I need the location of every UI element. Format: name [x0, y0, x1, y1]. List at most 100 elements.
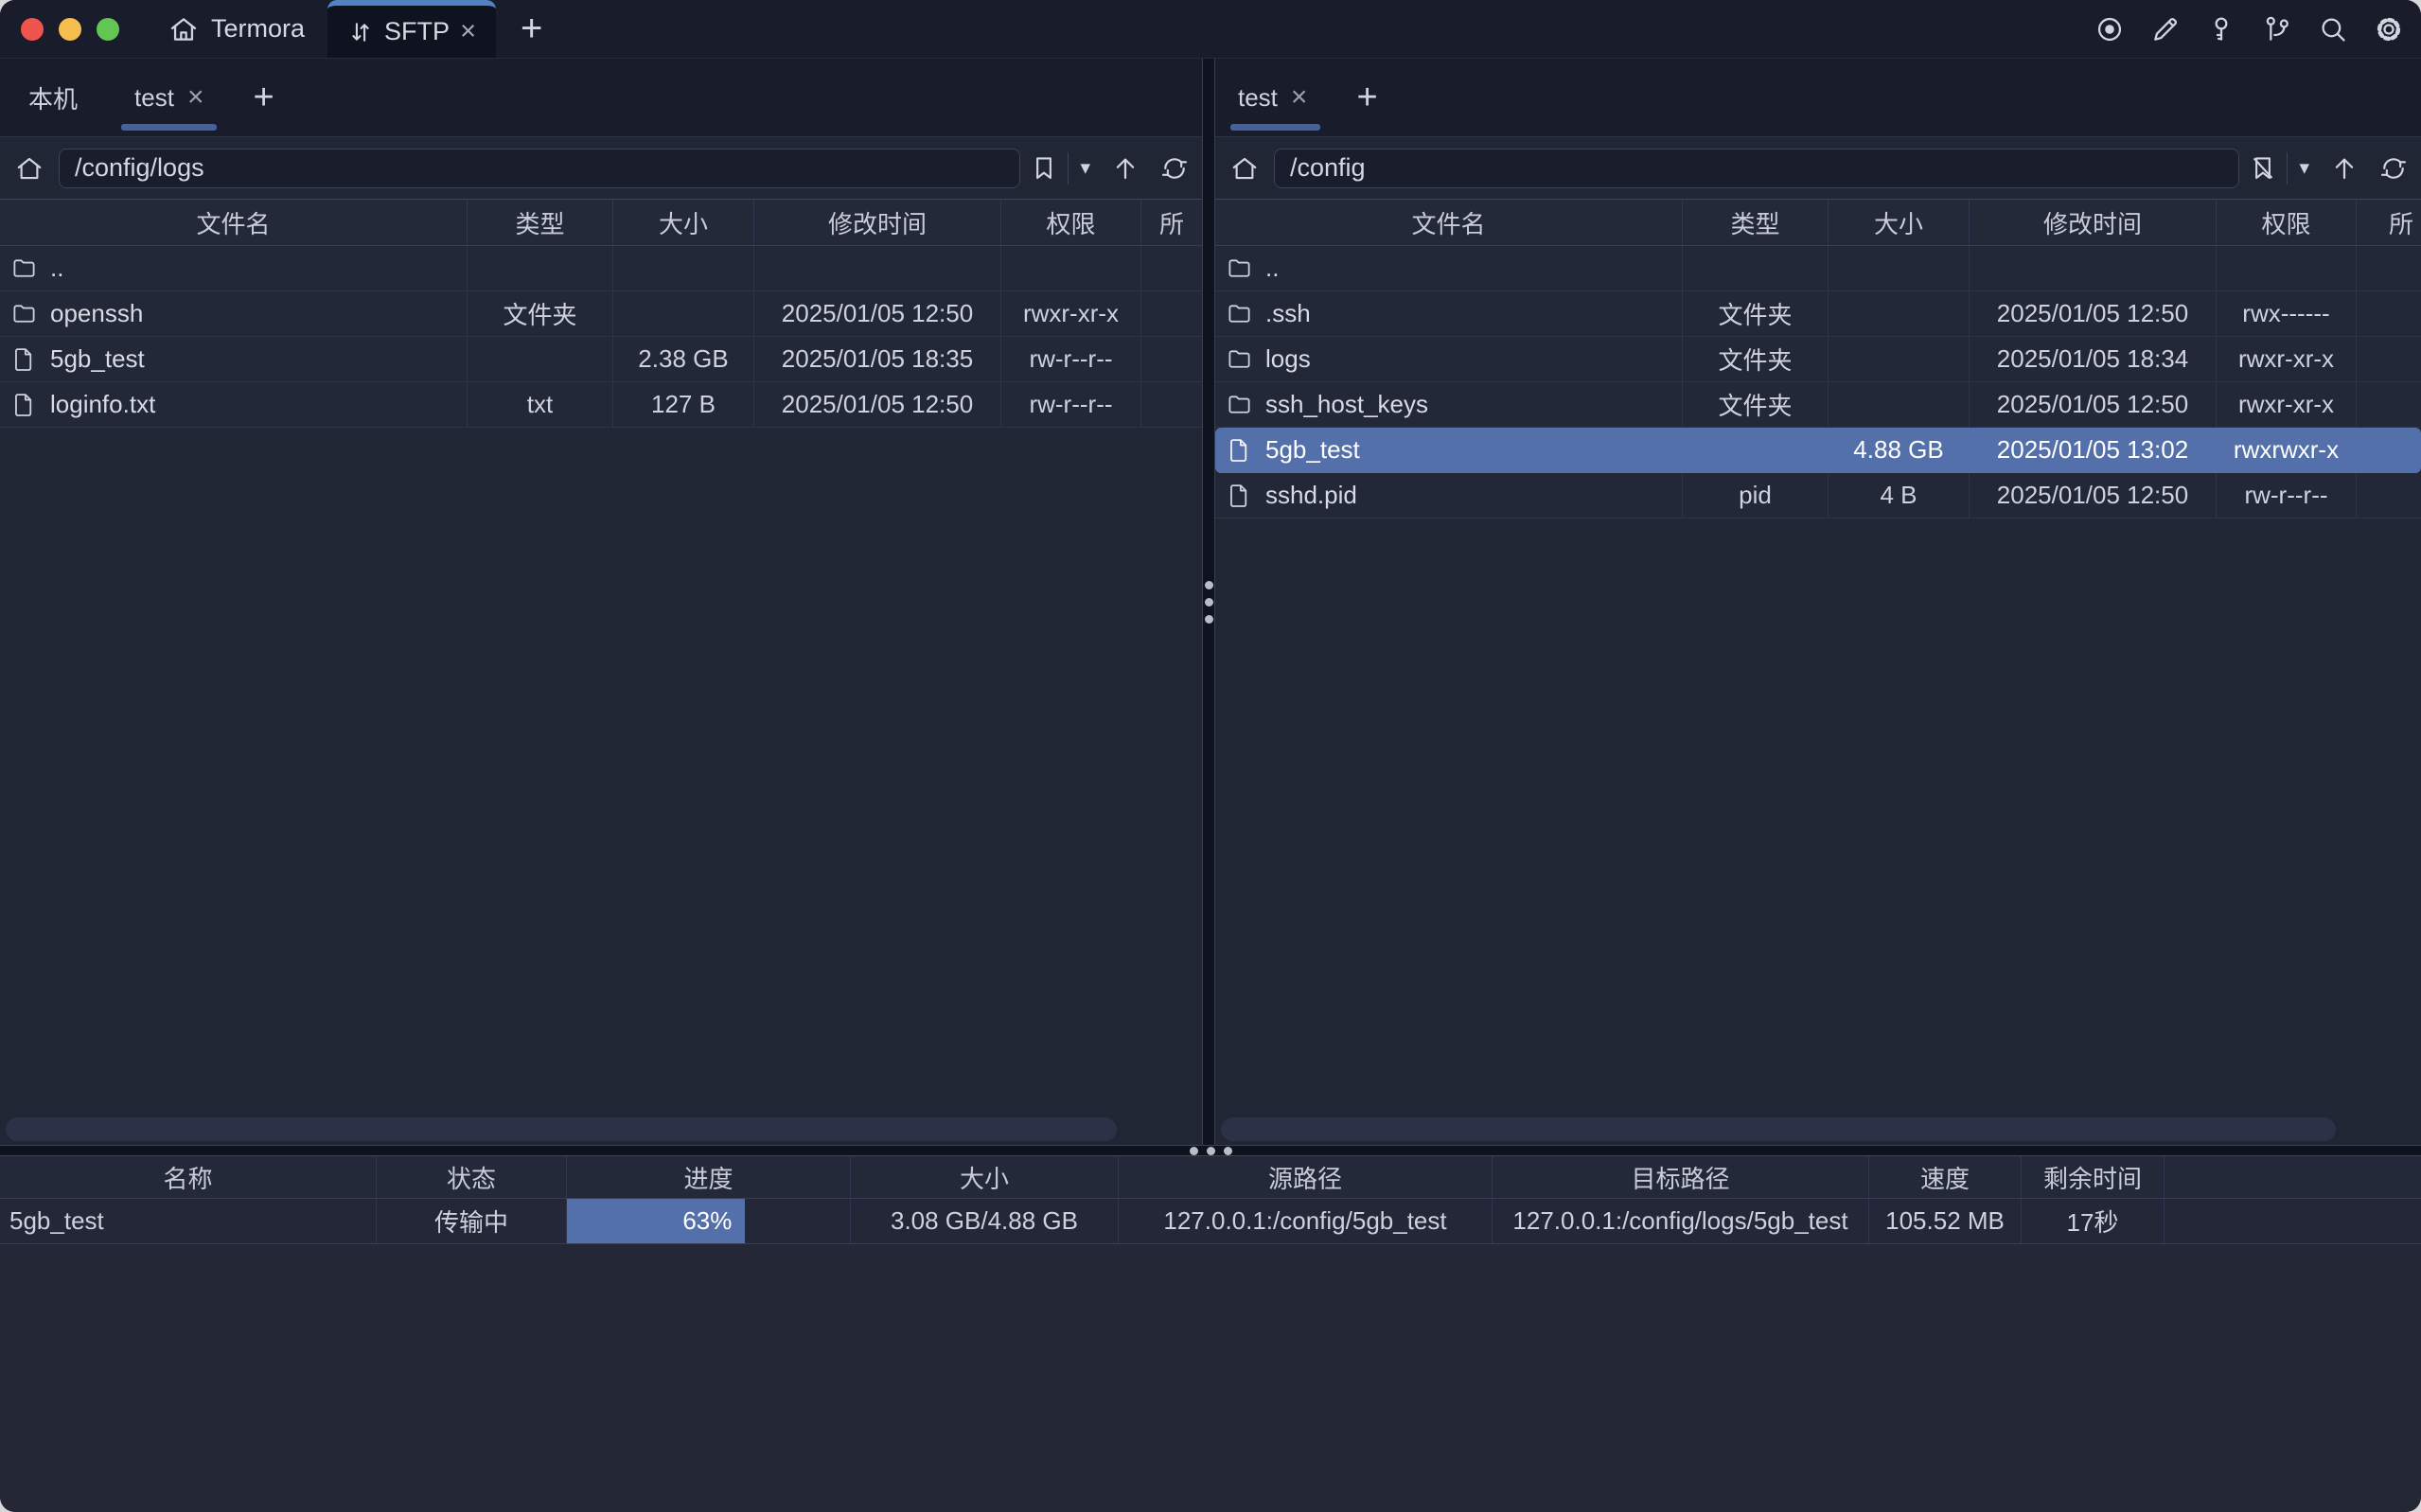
- file-row-loginfo-txt[interactable]: loginfo.txt txt 127 B 2025/01/05 12:50 r…: [0, 382, 1202, 428]
- file-size: 4 B: [1829, 473, 1970, 518]
- new-tab-button[interactable]: +: [496, 0, 542, 58]
- file-owner: [1141, 246, 1202, 290]
- titlebar-spacer: [542, 0, 2094, 58]
- git-branch-icon[interactable]: [2262, 14, 2292, 44]
- column-header-type[interactable]: 类型: [468, 200, 613, 245]
- file-perm: rw-r--r--: [2217, 473, 2357, 518]
- file-owner: [2357, 428, 2421, 472]
- column-header-name[interactable]: 名称: [0, 1156, 377, 1198]
- file-row-sshd-pid[interactable]: sshd.pid pid 4 B 2025/01/05 12:50 rw-r--…: [1215, 473, 2421, 519]
- bookmark-slash-icon[interactable]: [2249, 154, 2277, 183]
- file-name: sshd.pid: [1265, 481, 1357, 510]
- file-row-ssh-dir[interactable]: .ssh 文件夹 2025/01/05 12:50 rwx------: [1215, 291, 2421, 337]
- file-name: logs: [1265, 344, 1311, 374]
- transfer-splitter-horizontal[interactable]: [0, 1146, 2421, 1156]
- pane-splitter-vertical[interactable]: [1202, 59, 1215, 1145]
- tab-sftp[interactable]: SFTP ×: [327, 0, 496, 58]
- new-session-tab-button[interactable]: +: [1335, 59, 1398, 136]
- column-header-name[interactable]: 文件名: [0, 200, 468, 245]
- file-row-5gb-test-selected[interactable]: 5gb_test 4.88 GB 2025/01/05 13:02 rwxrwx…: [1215, 428, 2421, 473]
- splitter-dot: [1190, 1147, 1198, 1155]
- bookmark-icon[interactable]: [1030, 154, 1058, 183]
- refresh-icon[interactable]: [2379, 154, 2408, 183]
- file-row-parent-dir[interactable]: ..: [0, 246, 1202, 291]
- file-mtime: 2025/01/05 18:34: [1970, 337, 2217, 381]
- folder-icon: [1227, 255, 1252, 281]
- transfer-progress-bar: 63%: [567, 1199, 851, 1243]
- file-list-empty-area: [0, 428, 1202, 1145]
- file-row-logs-dir[interactable]: logs 文件夹 2025/01/05 18:34 rwxr-xr-x: [1215, 337, 2421, 382]
- tab-session-test[interactable]: test ×: [1215, 59, 1335, 136]
- column-header-size[interactable]: 大小: [851, 1156, 1119, 1198]
- column-header-status[interactable]: 状态: [377, 1156, 567, 1198]
- record-icon[interactable]: [2094, 14, 2125, 44]
- column-header-size[interactable]: 大小: [613, 200, 754, 245]
- refresh-icon[interactable]: [1160, 154, 1189, 183]
- settings-gear-icon[interactable]: [2374, 14, 2404, 44]
- column-header-perm[interactable]: 权限: [2217, 200, 2357, 245]
- bookmark-dropdown-caret[interactable]: ▾: [1078, 156, 1092, 180]
- column-header-speed[interactable]: 速度: [1869, 1156, 2022, 1198]
- file-mtime: [754, 246, 1001, 290]
- right-pane-tabs: test × +: [1215, 59, 2421, 137]
- up-directory-icon[interactable]: [1111, 154, 1140, 183]
- file-type: 文件夹: [1683, 337, 1829, 381]
- folder-icon: [11, 301, 37, 326]
- transfer-row-5gb-test[interactable]: 5gb_test 传输中 63% 3.08 GB/4.88 GB 127.0.0…: [0, 1199, 2421, 1244]
- column-header-progress[interactable]: 进度: [567, 1156, 851, 1198]
- minimize-window-button[interactable]: [59, 18, 81, 41]
- file-row-ssh-host-keys[interactable]: ssh_host_keys 文件夹 2025/01/05 12:50 rwxr-…: [1215, 382, 2421, 428]
- tab-label: 本机: [28, 80, 78, 115]
- maximize-window-button[interactable]: [97, 18, 119, 41]
- tab-local-machine[interactable]: 本机: [0, 59, 106, 136]
- sftp-tab-label: SFTP: [384, 17, 450, 46]
- home-icon[interactable]: [1230, 154, 1259, 183]
- path-input[interactable]: [59, 149, 1020, 188]
- traffic-lights: [0, 0, 142, 58]
- column-header-mtime[interactable]: 修改时间: [754, 200, 1001, 245]
- file-mtime: 2025/01/05 13:02: [1970, 428, 2217, 472]
- path-input[interactable]: [1274, 149, 2239, 188]
- close-tab-icon[interactable]: ×: [1291, 81, 1308, 114]
- left-table-header: 文件名 类型 大小 修改时间 权限 所: [0, 199, 1202, 246]
- close-tab-icon[interactable]: ×: [460, 16, 476, 47]
- column-header-mtime[interactable]: 修改时间: [1970, 200, 2217, 245]
- file-row-openssh[interactable]: openssh 文件夹 2025/01/05 12:50 rwxr-xr-x: [0, 291, 1202, 337]
- column-header-owner[interactable]: 所: [2357, 200, 2421, 245]
- bookmark-dropdown-caret[interactable]: ▾: [2297, 156, 2311, 180]
- column-header-remaining[interactable]: 剩余时间: [2022, 1156, 2165, 1198]
- file-row-5gb-test[interactable]: 5gb_test 2.38 GB 2025/01/05 18:35 rw-r--…: [0, 337, 1202, 382]
- search-icon[interactable]: [2318, 14, 2348, 44]
- file-size: [1829, 337, 1970, 381]
- folder-icon: [11, 255, 37, 281]
- app-tab-label: Termora: [211, 14, 305, 44]
- key-icon[interactable]: [2206, 14, 2236, 44]
- file-list-empty-area: [1215, 519, 2421, 1145]
- column-header-type[interactable]: 类型: [1683, 200, 1829, 245]
- tab-termora-home[interactable]: Termora: [142, 0, 327, 58]
- column-header-owner[interactable]: 所: [1141, 200, 1202, 245]
- column-header-perm[interactable]: 权限: [1001, 200, 1141, 245]
- file-name: 5gb_test: [50, 344, 145, 374]
- column-header-name[interactable]: 文件名: [1215, 200, 1683, 245]
- file-type: [1683, 246, 1829, 290]
- divider: [1068, 152, 1069, 185]
- file-row-parent-dir[interactable]: ..: [1215, 246, 2421, 291]
- close-tab-icon[interactable]: ×: [187, 81, 204, 114]
- column-header-size[interactable]: 大小: [1829, 200, 1970, 245]
- file-mtime: 2025/01/05 12:50: [754, 291, 1001, 336]
- horizontal-scrollbar[interactable]: [6, 1117, 1117, 1141]
- home-icon[interactable]: [15, 154, 44, 183]
- file-name: loginfo.txt: [50, 390, 155, 419]
- file-mtime: 2025/01/05 12:50: [1970, 473, 2217, 518]
- tab-session-test[interactable]: test ×: [106, 59, 232, 136]
- file-mtime: 2025/01/05 18:35: [754, 337, 1001, 381]
- new-session-tab-button[interactable]: +: [232, 59, 294, 136]
- column-header-source[interactable]: 源路径: [1119, 1156, 1493, 1198]
- splitter-dot: [1205, 598, 1213, 607]
- horizontal-scrollbar[interactable]: [1221, 1117, 2336, 1141]
- close-window-button[interactable]: [21, 18, 44, 41]
- up-directory-icon[interactable]: [2330, 154, 2359, 183]
- column-header-target[interactable]: 目标路径: [1493, 1156, 1869, 1198]
- edit-pencil-icon[interactable]: [2150, 14, 2181, 44]
